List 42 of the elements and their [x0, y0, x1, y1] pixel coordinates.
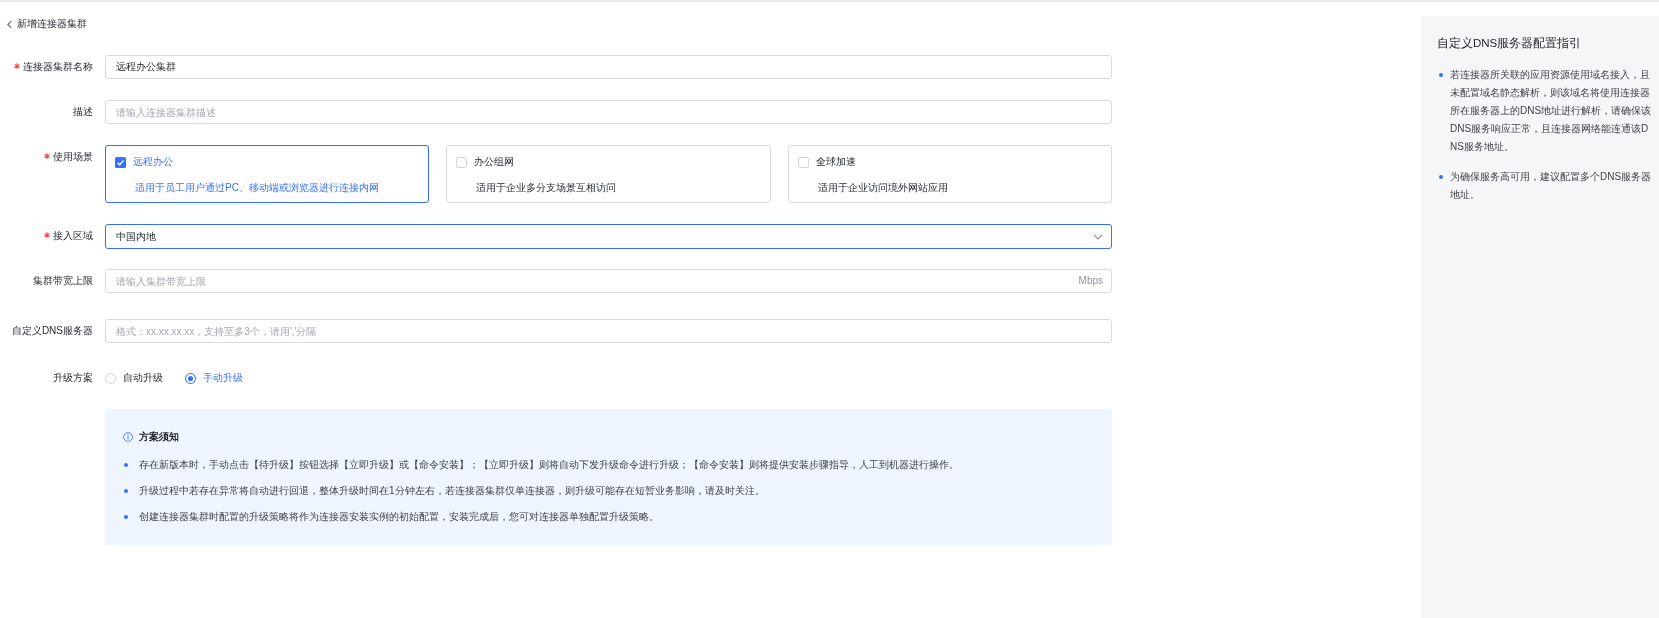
info-icon — [123, 432, 133, 442]
radio-option[interactable]: 手动升级 — [185, 368, 243, 388]
field-label: 接入区域 — [53, 229, 93, 243]
field-label: 升级方案 — [53, 371, 93, 385]
bullet-icon — [1439, 73, 1443, 77]
notice-title: 方案须知 — [139, 430, 179, 444]
field-label: 集群带宽上限 — [33, 274, 93, 288]
input-field[interactable]: 请输入连接器集群描述 — [105, 100, 1112, 124]
notice-text: 创建连接器集群时配置的升级策略将作为连接器安装实例的初始配置，安装完成后，您可对连接器单独配置升级策略。 — [139, 510, 659, 524]
card-description: 适用于企业多分支场景互相访问 — [476, 181, 617, 195]
bullet-icon — [124, 463, 128, 467]
checkbox[interactable] — [456, 156, 468, 168]
guide-text: 为确保服务高可用，建议配置多个DNS服务器地址。 — [1450, 170, 1653, 202]
notice-text: 升级过程中若存在异常将自动进行回退，整体升级时间在1分钟左右，若连接器集群仅单连接器，则升级可能存在短暂业务影响，请及时关注。 — [139, 484, 765, 498]
notice-text: 存在新版本时，手动点击【待升级】按钮选择【立即升级】或【命令安装】；【立即升级】则将自动下发升级命令进行升级；【命令安装】则将提供安装步骤指导，人工到机器进行操作。 — [139, 458, 959, 472]
back-link[interactable]: 新增连接器集群 — [7, 15, 87, 33]
bullet-icon — [1439, 175, 1443, 179]
field-label: 使用场景 — [53, 150, 93, 164]
checkbox[interactable] — [797, 156, 809, 168]
card-title: 办公组网 — [474, 155, 515, 169]
chevron-left-icon — [7, 19, 12, 29]
field-label: 连接器集群名称 — [23, 60, 93, 74]
card-title: 全球加速 — [815, 155, 856, 169]
card-title: 远程办公 — [133, 155, 173, 169]
scenario-card[interactable]: 远程办公 适用于员工用户通过PC、移动端或浏览器进行连接内网 — [105, 145, 430, 203]
checkbox[interactable] — [115, 156, 126, 168]
bullet-icon — [124, 515, 128, 519]
scenario-card[interactable]: 办公组网 适用于企业多分支场景互相访问 — [446, 145, 771, 203]
card-description: 适用于员工用户通过PC、移动端或浏览器进行连接内网 — [135, 181, 379, 195]
input-field[interactable]: 远程办公集群 — [105, 55, 1112, 79]
unit-label: Mbps — [1078, 274, 1103, 288]
radio-option[interactable]: 自动升级 — [105, 368, 163, 388]
select-field[interactable]: 中国内地 — [105, 224, 1112, 249]
input-field[interactable]: 格式：xx.xx.xx.xx，支持至多3个，请用','分隔 — [105, 319, 1112, 343]
field-label: 描述 — [73, 105, 93, 119]
chevron-down-icon — [1093, 233, 1103, 240]
scenario-card[interactable]: 全球加速 适用于企业访问境外网站应用 — [787, 145, 1112, 203]
field-label: 自定义DNS服务器 — [11, 324, 93, 338]
card-description: 适用于企业访问境外网站应用 — [817, 181, 948, 195]
bullet-icon — [124, 489, 128, 493]
guide-title: 自定义DNS服务器配置指引 — [1437, 36, 1583, 51]
guide-text: 若连接器所关联的应用资源使用域名接入，且未配置域名静态解析，则该域名将使用连接器所在服务器上的DNS地址进行解析，请确保该DNS服务响应正常，且连接器网络能连通该DNS服务地址。 — [1450, 68, 1653, 154]
